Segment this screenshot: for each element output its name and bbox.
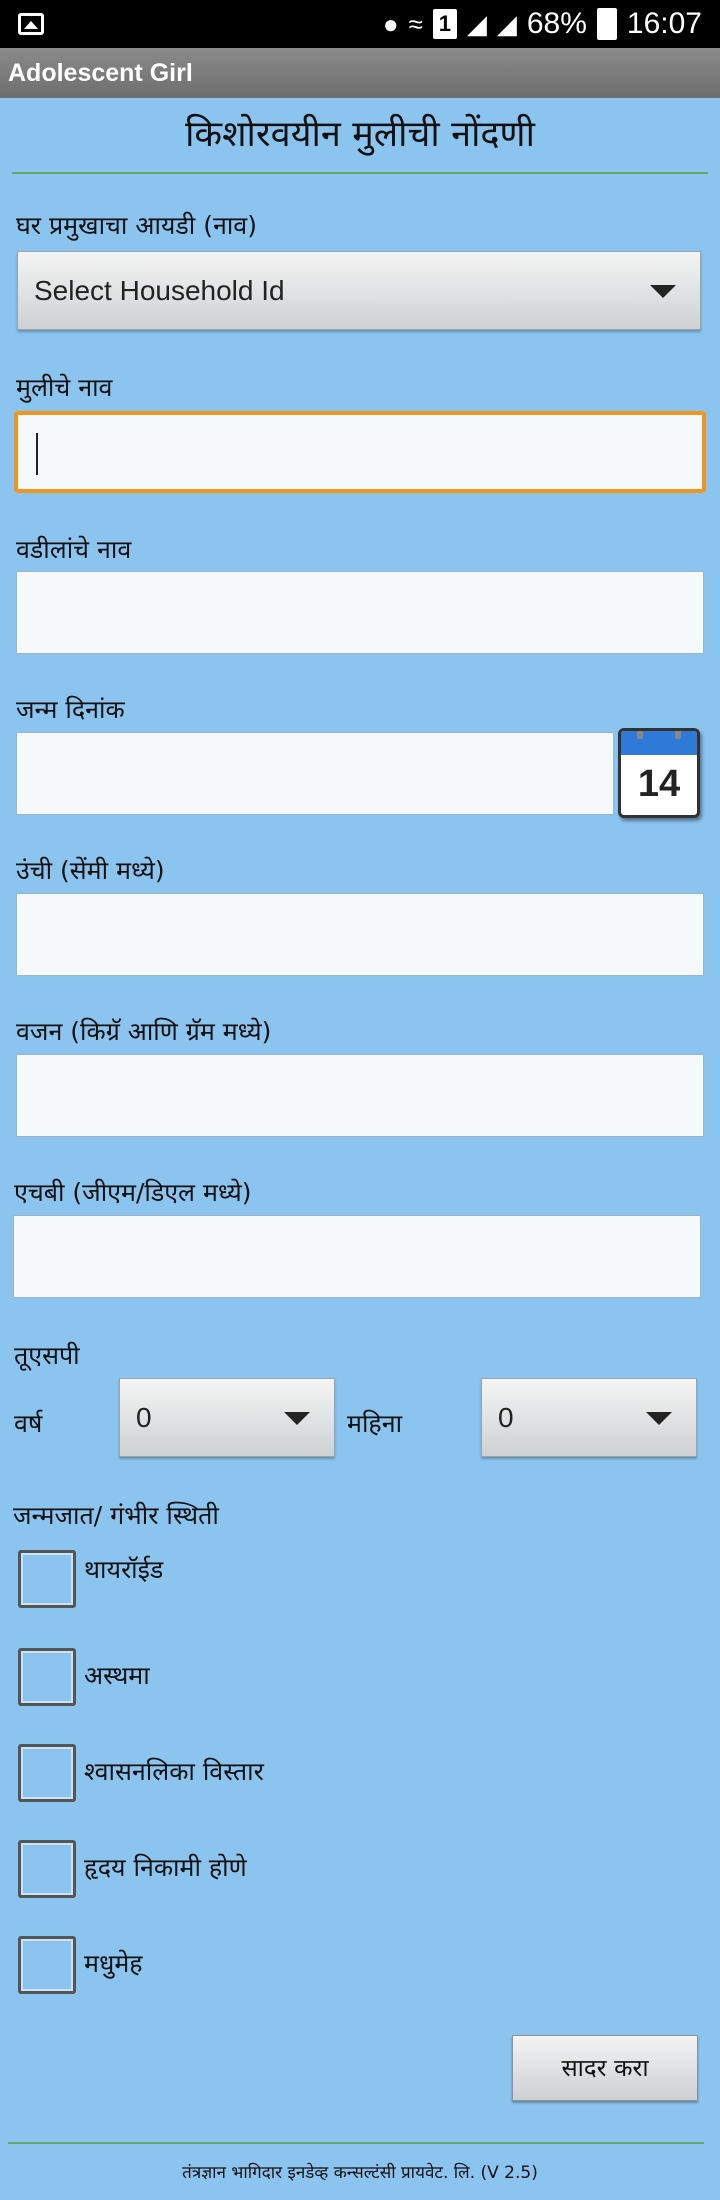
footer-divider (8, 2142, 704, 2144)
wifi-icon: ≈ (408, 9, 423, 39)
dropdown-arrow-icon (646, 1411, 672, 1425)
condition-asthma-checkbox[interactable] (18, 1648, 76, 1706)
tusp-label: तूएसपी (14, 1341, 80, 1370)
tusp-month-label: महिना (347, 1409, 403, 1438)
father-name-label: वडीलांचे नाव (16, 535, 132, 564)
condition-bronchiectasis-checkbox[interactable] (18, 1744, 76, 1802)
household-label: घर प्रमुखाचा आयडी (नाव) (16, 211, 257, 240)
signal-icon: ◢ (466, 9, 487, 39)
dob-label: जन्म दिनांक (16, 695, 125, 724)
condition-diabetes-label: मधुमेह (84, 1949, 143, 1978)
tusp-year-select[interactable]: 0 (119, 1378, 335, 1457)
battery-percent: 68% (526, 7, 587, 40)
tusp-year-label: वर्ष (14, 1409, 43, 1438)
tusp-year-value: 0 (136, 1401, 152, 1433)
page-title: किशोरवयीन मुलीची नोंदणी (185, 114, 535, 155)
tusp-month-value: 0 (498, 1401, 514, 1433)
condition-thyroid-label: थायरॉईड (84, 1555, 164, 1584)
condition-bronchiectasis-label: श्वासनलिका विस्तार (84, 1757, 264, 1786)
condition-heart-failure-checkbox[interactable] (18, 1840, 76, 1898)
clock: 16:07 (626, 7, 702, 40)
girl-name-input[interactable] (14, 411, 706, 493)
calendar-icon (621, 731, 697, 755)
condition-bronchiectasis-row[interactable]: श्वासनलिका विस्तार (18, 1744, 264, 1802)
height-input[interactable] (16, 893, 704, 976)
app-title: Adolescent Girl (8, 59, 193, 87)
hb-input[interactable] (13, 1215, 701, 1298)
dropdown-arrow-icon (650, 284, 676, 298)
condition-heart-failure-row[interactable]: हृदय निकामी होणे (18, 1840, 247, 1898)
household-select[interactable]: Select Household Id (17, 251, 701, 330)
condition-diabetes-row[interactable]: मधुमेह (18, 1936, 143, 1994)
weight-input[interactable] (16, 1054, 704, 1137)
footer-credit: तंत्रज्ञान भागिदार इनडेव्ह कन्सल्टंसी प्… (182, 2163, 538, 2183)
condition-asthma-label: अस्थमा (84, 1661, 150, 1690)
text-cursor (36, 433, 38, 475)
title-divider (12, 172, 708, 174)
dob-input[interactable] (16, 732, 614, 815)
location-icon: ● (382, 9, 399, 39)
app-title-bar: Adolescent Girl (0, 48, 720, 98)
father-name-input[interactable] (16, 571, 704, 654)
weight-label: वजन (किग्रॅ आणि ग्रॅम मध्ये) (16, 1017, 272, 1046)
condition-heart-failure-label: हृदय निकामी होणे (84, 1853, 247, 1882)
dropdown-arrow-icon (284, 1411, 310, 1425)
condition-thyroid-row[interactable]: थायरॉईड (18, 1550, 163, 1608)
conditions-label: जन्मजात/ गंभीर स्थिती (13, 1501, 219, 1530)
sim-1-icon: 1 (432, 9, 457, 39)
condition-diabetes-checkbox[interactable] (18, 1936, 76, 1994)
condition-asthma-row[interactable]: अस्थमा (18, 1648, 150, 1706)
girl-name-label: मुलीचे नाव (16, 373, 113, 402)
hb-label: एचबी (जीएम/डिएल मध्ये) (14, 1178, 252, 1207)
signal-r-icon: ◢ (496, 9, 517, 39)
height-label: उंची (सेंमी मध्ये) (16, 856, 165, 885)
tusp-month-select[interactable]: 0 (481, 1378, 697, 1457)
household-select-value: Select Household Id (34, 274, 285, 306)
calendar-button[interactable]: 14 (618, 728, 700, 818)
condition-thyroid-checkbox[interactable] (18, 1550, 76, 1608)
status-bar: ● ≈ 1 ◢ ◢ 68% 16:07 (0, 0, 720, 48)
image-icon (18, 13, 44, 35)
battery-charging-icon (596, 8, 617, 40)
submit-button[interactable]: सादर करा (512, 2035, 698, 2101)
calendar-day: 14 (637, 763, 681, 805)
